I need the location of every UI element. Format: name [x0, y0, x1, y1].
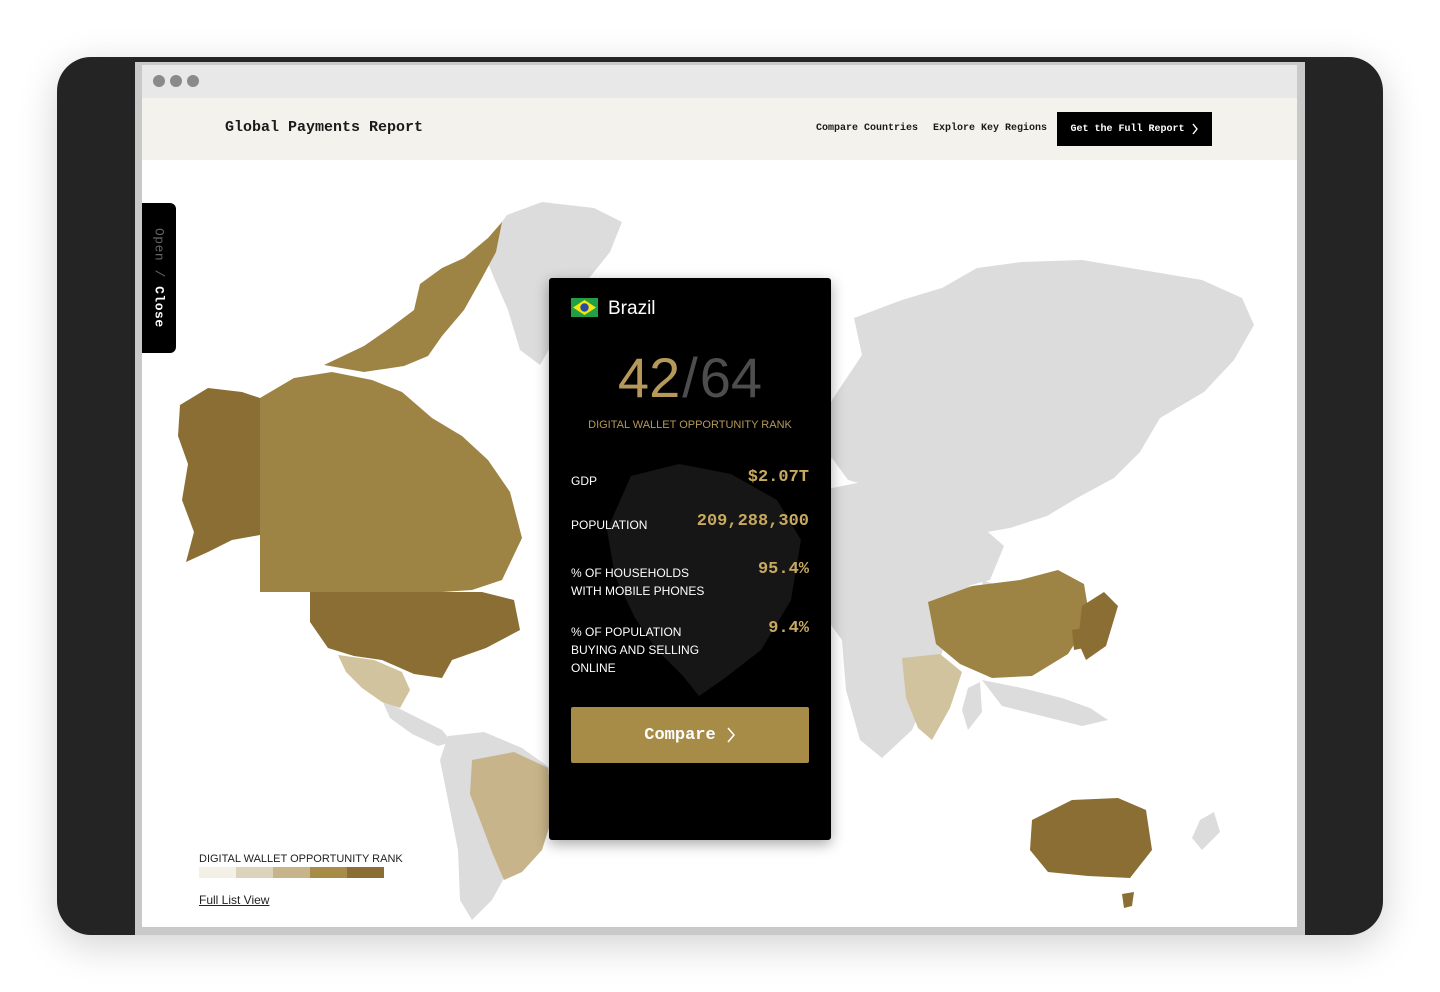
alaska — [178, 388, 260, 562]
stat-online-label: % OF POPULATION BUYING AND SELLING ONLIN… — [571, 625, 700, 675]
stat-mobile-value: 95.4% — [757, 560, 809, 579]
southeast-asia — [982, 680, 1108, 726]
stat-population-label: POPULATION — [571, 518, 648, 532]
full-list-view-link[interactable]: Full List View — [199, 893, 269, 907]
legend-swatch — [273, 867, 310, 878]
new-zealand — [1192, 812, 1220, 850]
site-title[interactable]: Global Payments Report — [225, 119, 423, 136]
tasmania — [1122, 892, 1134, 908]
compare-button[interactable]: Compare — [571, 707, 809, 763]
nav-explore-key-regions[interactable]: Explore Key Regions — [933, 123, 1047, 134]
window-dot-icon — [170, 75, 182, 87]
browser-window: Global Payments Report Compare Countries… — [142, 65, 1297, 927]
rank-display: 42/64 — [549, 348, 831, 408]
central-america — [382, 700, 452, 746]
stat-mobile-label: % OF HOUSEHOLDS WITH MOBILE PHONES — [571, 566, 705, 598]
open-label: Open — [151, 228, 167, 262]
top-navigation: Global Payments Report Compare Countries… — [142, 98, 1297, 160]
open-close-panel-toggle[interactable]: Open / Close — [142, 203, 176, 353]
nav-compare-countries[interactable]: Compare Countries — [816, 123, 918, 134]
rank-label: DIGITAL WALLET OPPORTUNITY RANK — [588, 419, 792, 431]
rank-separator: / — [682, 346, 698, 409]
korea — [1072, 628, 1084, 650]
legend-swatch — [347, 867, 384, 878]
open-close-separator: / — [151, 269, 167, 278]
stat-gdp-value: $2.07T — [747, 468, 809, 487]
canada — [260, 372, 522, 592]
window-dot-icon — [153, 75, 165, 87]
stat-gdp-label: GDP — [571, 474, 598, 488]
madagascar — [962, 682, 982, 730]
chevron-right-icon — [1191, 123, 1198, 135]
legend-color-scale — [199, 867, 384, 878]
canadian-arctic — [324, 222, 502, 372]
legend-swatch — [236, 867, 273, 878]
australia — [1030, 798, 1152, 878]
stat-online-value: 9.4% — [768, 619, 809, 638]
compare-label: Compare — [644, 725, 716, 745]
window-chrome — [142, 65, 1297, 98]
country-detail-card: Brazil 42/64 DIGITAL WALLET OPPORTUNITY … — [549, 278, 831, 840]
country-name: Brazil — [608, 298, 656, 319]
legend-swatch — [310, 867, 347, 878]
stat-population-value: 209,288,300 — [696, 512, 809, 531]
rank-total: 64 — [699, 346, 763, 409]
close-label: Close — [151, 286, 167, 328]
chevron-right-icon — [727, 727, 735, 743]
get-full-report-label: Get the Full Report — [1070, 123, 1185, 135]
brazil-flag-icon — [571, 298, 598, 317]
usa — [310, 592, 520, 678]
window-dot-icon — [187, 75, 199, 87]
legend-title: DIGITAL WALLET OPPORTUNITY RANK — [199, 853, 403, 865]
get-full-report-button[interactable]: Get the Full Report — [1057, 112, 1212, 146]
rank-number: 42 — [617, 346, 681, 409]
legend-swatch — [199, 867, 236, 878]
